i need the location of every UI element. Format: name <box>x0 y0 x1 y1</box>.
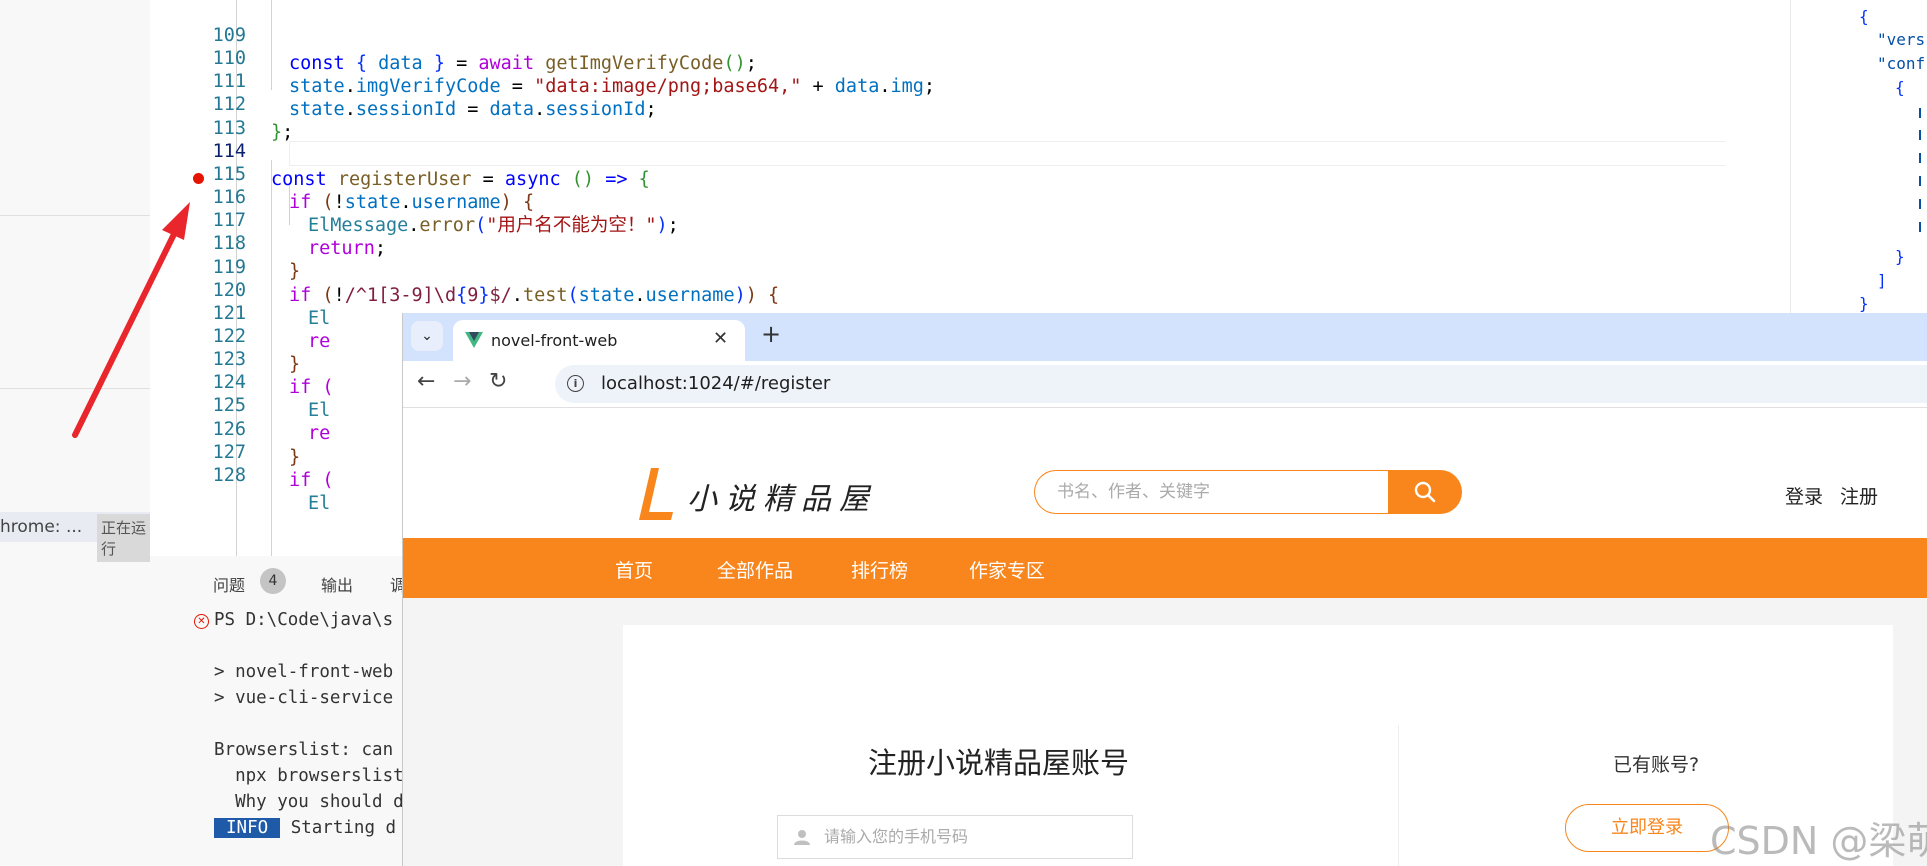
browser-toolbar: ← → ↻ i localhost:1024/#/register <box>403 361 1927 408</box>
reload-icon[interactable]: ↻ <box>489 369 507 394</box>
json-truncated-key <box>1919 153 1921 163</box>
user-icon <box>794 830 810 845</box>
search-input[interactable]: 书名、作者、关键字 <box>1034 470 1389 514</box>
json-truncated-key <box>1919 176 1921 186</box>
watermark: CSDN @梁萌 <box>1710 819 1927 863</box>
json-truncated-key <box>1919 108 1921 118</box>
terminal-line: npx browserslist <box>214 766 404 786</box>
search-button[interactable] <box>1388 470 1462 514</box>
tab-problems[interactable]: 问题 <box>213 572 245 596</box>
search-icon <box>1414 481 1436 503</box>
problems-count-badge: 4 <box>260 568 286 594</box>
browser-window: ⌄ novel-front-web ✕ + ← → ↻ i localhost:… <box>402 313 1927 866</box>
logo-text[interactable]: 小说精品屋 <box>687 474 877 518</box>
have-account-text: 已有账号? <box>1613 754 1700 776</box>
json-bracket: ] <box>1877 271 1887 290</box>
url-text: localhost:1024/#/register <box>601 373 831 394</box>
json-key: "conf <box>1877 54 1926 73</box>
new-tab-icon[interactable]: + <box>761 320 781 348</box>
nav-item-home[interactable]: 首页 <box>615 556 653 583</box>
login-link[interactable]: 登录 <box>1785 482 1823 509</box>
terminal-line-text: Starting d <box>280 818 397 838</box>
tab-title: novel-front-web <box>491 331 618 350</box>
divider <box>1398 725 1399 866</box>
terminal-prompt: PS D:\Code\java\s <box>214 610 394 630</box>
info-badge: INFO <box>214 818 281 838</box>
logo-icon[interactable] <box>637 468 677 520</box>
json-truncated-key <box>1919 130 1921 140</box>
forward-icon[interactable]: → <box>453 369 471 394</box>
json-truncated-key <box>1919 199 1921 209</box>
close-icon[interactable]: ✕ <box>713 328 728 349</box>
divider <box>0 215 150 216</box>
nav-item-author-zone[interactable]: 作家专区 <box>969 556 1045 583</box>
bottom-panel: 问题 4 输出 调 ✕ PS D:\Code\java\s > novel-fr… <box>150 556 410 866</box>
nav-item-ranking[interactable]: 排行榜 <box>851 556 908 583</box>
json-brace: } <box>1895 247 1905 266</box>
terminal-line: Why you should d <box>214 792 404 812</box>
json-brace: { <box>1859 7 1869 26</box>
left-sidebar: hrome: ... 正在运行 <box>0 0 150 866</box>
site-header: 小说精品屋 书名、作者、关键字 登录 注册 <box>403 408 1927 538</box>
site-nav: 首页 全部作品 排行榜 作家专区 <box>403 538 1927 598</box>
login-now-button[interactable]: 立即登录 <box>1565 804 1729 852</box>
browser-tab[interactable]: novel-front-web ✕ <box>453 320 745 361</box>
phone-placeholder: 请输入您的手机号码 <box>824 827 969 846</box>
terminal-line: > vue-cli-service <box>214 688 394 708</box>
site-body: 注册小说精品屋账号 请输入您的手机号码 已有账号? 立即登录 <box>403 598 1927 866</box>
register-link[interactable]: 注册 <box>1840 482 1878 509</box>
json-editor-pane[interactable]: { "vers "conf { } ] } <box>1790 0 1927 315</box>
error-icon: ✕ <box>194 614 209 629</box>
register-title: 注册小说精品屋账号 <box>868 746 1130 780</box>
task-name: hrome: ... <box>0 517 83 537</box>
phone-input[interactable]: 请输入您的手机号码 <box>777 815 1133 859</box>
site-info-icon[interactable]: i <box>567 375 584 392</box>
terminal-line: > novel-front-web <box>214 662 394 682</box>
line-number: 128 <box>212 465 246 486</box>
json-key: "vers <box>1877 30 1926 49</box>
json-truncated-key <box>1919 222 1921 232</box>
vue-logo-icon <box>465 332 483 348</box>
terminal-line: INFO Starting d <box>214 818 396 838</box>
task-row[interactable]: hrome: ... 正在运行 <box>0 512 150 562</box>
json-brace: } <box>1859 294 1869 313</box>
divider <box>0 388 150 389</box>
task-status-badge: 正在运行 <box>97 514 150 562</box>
address-bar[interactable]: i localhost:1024/#/register <box>555 365 1927 403</box>
terminal-line: Browserslist: can <box>214 740 394 760</box>
nav-item-all-works[interactable]: 全部作品 <box>717 556 793 583</box>
chevron-down-icon[interactable]: ⌄ <box>411 321 443 351</box>
json-brace: { <box>1895 78 1905 97</box>
register-card: 注册小说精品屋账号 请输入您的手机号码 已有账号? 立即登录 <box>623 625 1893 866</box>
back-icon[interactable]: ← <box>417 369 435 394</box>
browser-tab-strip: ⌄ novel-front-web ✕ + <box>403 313 1927 361</box>
tab-output[interactable]: 输出 <box>321 572 353 596</box>
